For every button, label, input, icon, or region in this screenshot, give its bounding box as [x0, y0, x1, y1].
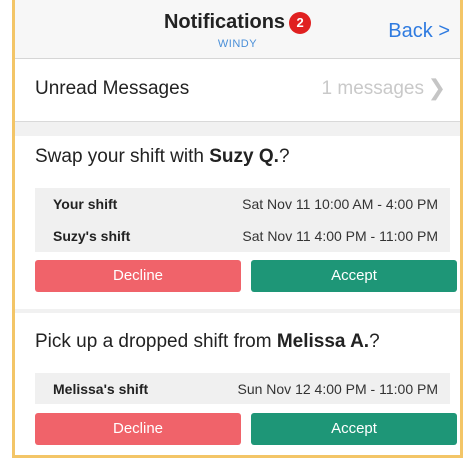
shift-time: Sat Nov 11 4:00 PM - 11:00 PM: [242, 228, 438, 244]
dropped-shift-card: Pick up a dropped shift from Melissa A.?…: [15, 313, 460, 455]
question-suffix: ?: [278, 146, 290, 167]
shift-name: Suzy's shift: [53, 228, 131, 244]
unread-messages-label: Unread Messages: [35, 78, 190, 99]
shift-time: Sat Nov 11 10:00 AM - 4:00 PM: [242, 196, 438, 212]
shift-name: Melissa's shift: [53, 381, 149, 397]
shift-time: Sun Nov 12 4:00 PM - 11:00 PM: [237, 381, 438, 397]
back-button[interactable]: Back >: [388, 20, 450, 43]
pickup-question: Pick up a dropped shift from Melissa A.?: [35, 331, 380, 353]
decline-button[interactable]: Decline: [35, 260, 241, 292]
swap-question: Swap your shift with Suzy Q.?: [35, 146, 290, 168]
chevron-right-icon: ❯: [427, 75, 446, 100]
question-name: Melissa A.: [276, 331, 370, 352]
accept-button[interactable]: Accept: [251, 413, 457, 445]
question-name: Suzy Q.: [209, 146, 279, 167]
decline-button[interactable]: Decline: [35, 413, 241, 445]
shift-table: Melissa's shift Sun Nov 12 4:00 PM - 11:…: [35, 373, 450, 404]
shift-row: Your shift Sat Nov 11 10:00 AM - 4:00 PM: [35, 188, 450, 220]
shift-row: Suzy's shift Sat Nov 11 4:00 PM - 11:00 …: [35, 220, 450, 252]
shift-swap-card: Swap your shift with Suzy Q.? Your shift…: [15, 136, 460, 309]
question-prefix: Swap your shift with: [35, 146, 210, 167]
question-prefix: Pick up a dropped shift from: [35, 331, 277, 352]
shift-name: Your shift: [53, 196, 118, 212]
app-frame: Notifications 2 WINDY Back > Unread Messa…: [12, 0, 463, 458]
shift-table: Your shift Sat Nov 11 10:00 AM - 4:00 PM…: [35, 188, 450, 252]
shift-row: Melissa's shift Sun Nov 12 4:00 PM - 11:…: [35, 373, 450, 405]
accept-button[interactable]: Accept: [251, 260, 457, 292]
page-title: Notifications: [163, 11, 286, 33]
unread-messages-count: 1 messages: [321, 78, 424, 99]
unread-messages-row[interactable]: Unread Messages 1 messages ❯: [15, 59, 460, 122]
question-suffix: ?: [369, 331, 380, 352]
nav-header: Notifications 2 WINDY Back >: [15, 0, 460, 59]
notification-count-badge: 2: [289, 11, 312, 34]
